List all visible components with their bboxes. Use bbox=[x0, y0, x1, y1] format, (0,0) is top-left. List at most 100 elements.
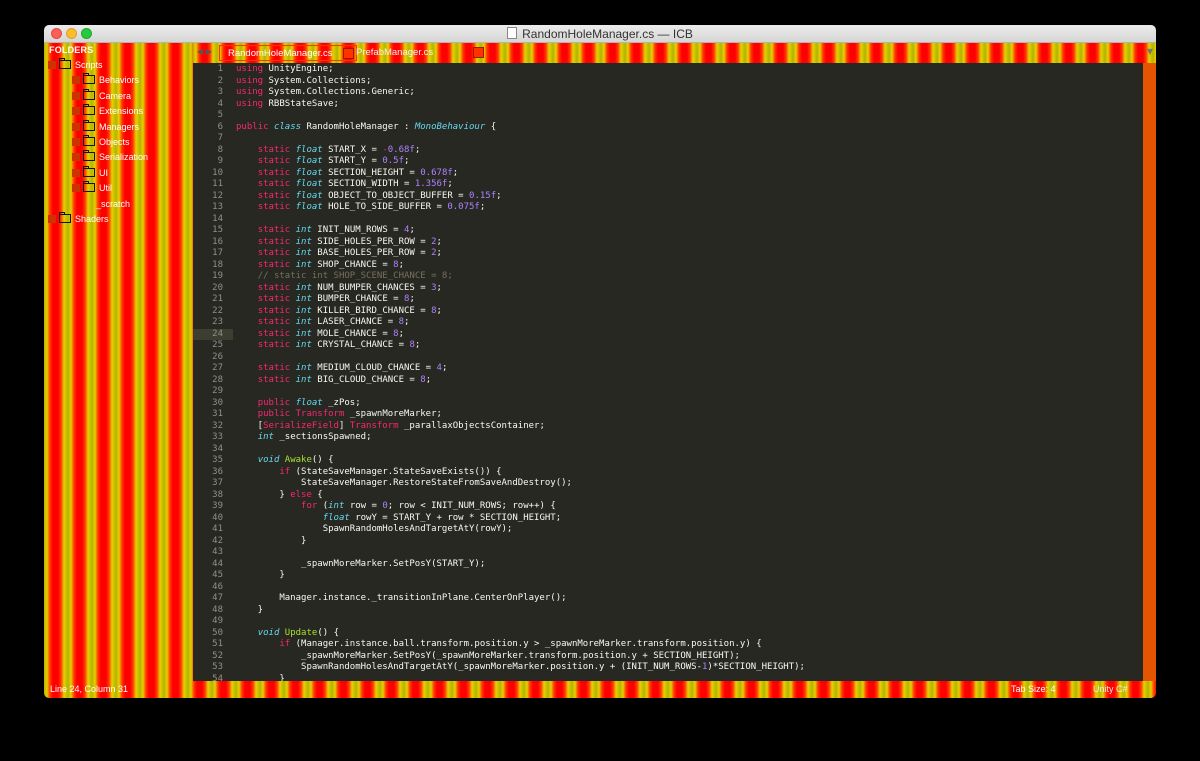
code-line[interactable]: int _sectionsSpawned; bbox=[236, 432, 372, 444]
code-line[interactable]: static int NUM_BUMPER_CHANCES = 3; bbox=[236, 283, 442, 295]
sidebar-item-shaders[interactable]: Shaders bbox=[48, 212, 109, 226]
code-line[interactable]: static int KILLER_BIRD_CHANCE = 8; bbox=[236, 306, 442, 318]
line-number: 19 bbox=[212, 271, 223, 281]
minimap[interactable] bbox=[1143, 63, 1156, 681]
sidebar-item-scratch[interactable]: _scratch bbox=[96, 197, 130, 211]
line-number: 34 bbox=[212, 443, 223, 454]
line-number: 48 bbox=[212, 604, 223, 615]
cursor-position: Line 24, Column 31 bbox=[50, 684, 129, 694]
code-line[interactable]: using RBBStateSave; bbox=[236, 99, 339, 111]
code-line[interactable]: if (StateSaveManager.StateSaveExists()) … bbox=[236, 467, 501, 479]
editor-window: RandomHoleManager.cs — ICB FOLDERS Scrip… bbox=[44, 25, 1156, 698]
code-line[interactable]: static float SECTION_HEIGHT = 0.678f; bbox=[236, 168, 459, 180]
tab-close-icon[interactable] bbox=[473, 47, 484, 58]
line-number: 50 bbox=[212, 627, 223, 638]
code-line[interactable]: public Transform _spawnMoreMarker; bbox=[236, 409, 442, 421]
code-line[interactable]: static int INIT_NUM_ROWS = 4; bbox=[236, 225, 415, 237]
disclosure-arrow-icon[interactable] bbox=[72, 138, 80, 146]
code-line[interactable]: for (int row = 0; row < INIT_NUM_ROWS; r… bbox=[236, 501, 556, 513]
sidebar-item-objects[interactable]: Objects bbox=[72, 135, 130, 149]
code-line[interactable]: static int BIG_CLOUD_CHANCE = 8; bbox=[236, 375, 431, 387]
line-number: 22 bbox=[212, 305, 223, 316]
disclosure-arrow-icon[interactable] bbox=[72, 107, 80, 116]
line-number: 17 bbox=[212, 248, 223, 258]
sidebar-item-scripts[interactable]: Scripts bbox=[48, 58, 103, 72]
disclosure-arrow-icon[interactable] bbox=[72, 91, 80, 100]
document-icon bbox=[507, 27, 518, 39]
sidebar-item-behaviors[interactable]: Behaviors bbox=[72, 73, 139, 87]
code-line[interactable]: if (Manager.instance.ball.transform.posi… bbox=[236, 639, 761, 651]
window-title-text: RandomHoleManager.cs — ICB bbox=[522, 27, 693, 41]
code-line[interactable]: } bbox=[236, 605, 263, 617]
line-number: 53 bbox=[212, 662, 223, 672]
code-line[interactable]: static int LASER_CHANCE = 8; bbox=[236, 317, 410, 329]
code-line[interactable]: static int SIDE_HOLES_PER_ROW = 2; bbox=[236, 237, 442, 249]
code-line[interactable]: static int MOLE_CHANCE = 8; bbox=[236, 329, 404, 341]
code-line[interactable]: void Update() { bbox=[236, 628, 339, 640]
code-line[interactable]: } else { bbox=[236, 490, 322, 502]
code-line[interactable]: void Awake() { bbox=[236, 455, 334, 467]
code-line[interactable]: public float _zPos; bbox=[236, 398, 361, 410]
sidebar-item-camera[interactable]: Camera bbox=[72, 88, 131, 103]
code-line[interactable]: // static int SHOP_SCENE_CHANCE = 8; bbox=[236, 271, 453, 283]
code-line[interactable]: static int BUMPER_CHANCE = 8; bbox=[236, 294, 415, 306]
folder-icon bbox=[83, 73, 95, 85]
sidebar-item-ui[interactable]: UI bbox=[72, 165, 108, 180]
tab-size-selector[interactable]: Tab Size: 4 bbox=[1011, 684, 1056, 694]
code-line[interactable]: } bbox=[236, 536, 306, 548]
code-line[interactable]: using UnityEngine; bbox=[236, 64, 334, 76]
code-line[interactable]: [SerializeField] Transform _parallaxObje… bbox=[236, 421, 545, 433]
line-number: 42 bbox=[212, 535, 223, 546]
code-line[interactable]: using System.Collections.Generic; bbox=[236, 87, 415, 99]
tab-list-dropdown-icon[interactable]: ▼ bbox=[1147, 47, 1153, 56]
disclosure-arrow-icon[interactable] bbox=[48, 215, 56, 223]
sidebar-item-util[interactable]: Util bbox=[72, 181, 112, 195]
folder-icon bbox=[83, 165, 95, 177]
disclosure-arrow-icon[interactable] bbox=[72, 76, 80, 85]
code-line[interactable]: SpawnRandomHolesAndTargetAtY(_spawnMoreM… bbox=[236, 662, 805, 674]
disclosure-arrow-icon[interactable] bbox=[72, 122, 80, 131]
code-line[interactable]: } bbox=[236, 570, 284, 582]
line-number: 10 bbox=[212, 167, 223, 178]
line-number: 11 bbox=[212, 179, 223, 189]
line-number: 28 bbox=[212, 374, 223, 385]
code-line[interactable]: static int MEDIUM_CLOUD_CHANCE = 4; bbox=[236, 363, 448, 375]
code-editor[interactable]: 1 using UnityEngine; 2 using System.Collect… bbox=[193, 63, 1143, 681]
code-line[interactable]: SpawnRandomHolesAndTargetAtY(rowY); bbox=[236, 524, 513, 536]
folder-icon bbox=[83, 181, 95, 193]
code-line[interactable]: } bbox=[236, 674, 284, 682]
code-line[interactable]: static int SHOP_CHANCE = 8; bbox=[236, 260, 404, 272]
code-line[interactable]: float rowY = START_Y + row * SECTION_HEI… bbox=[236, 513, 561, 525]
disclosure-arrow-icon[interactable] bbox=[72, 168, 80, 177]
code-line[interactable]: static float HOLE_TO_SIDE_BUFFER = 0.075… bbox=[236, 202, 486, 214]
disclosure-arrow-icon[interactable] bbox=[72, 184, 80, 193]
code-line[interactable]: static float SECTION_WIDTH = 1.356f; bbox=[236, 179, 453, 191]
code-line[interactable]: static float START_Y = 0.5f; bbox=[236, 156, 410, 168]
disclosure-arrow-icon[interactable] bbox=[72, 153, 80, 162]
sidebar-item-managers[interactable]: Managers bbox=[72, 119, 139, 134]
code-line[interactable]: _spawnMoreMarker.SetPosY(_spawnMoreMarke… bbox=[236, 651, 740, 663]
line-number: 5 bbox=[217, 110, 223, 120]
folder-icon bbox=[59, 212, 71, 223]
code-line[interactable]: static int CRYSTAL_CHANCE = 8; bbox=[236, 340, 421, 352]
sidebar-item-label: Scripts bbox=[75, 60, 103, 70]
sidebar-item-serialization[interactable]: Serialization bbox=[72, 150, 148, 164]
tab-nav-arrows-icon[interactable]: ◀ ▶ bbox=[197, 47, 212, 56]
disclosure-arrow-icon[interactable] bbox=[48, 61, 56, 69]
tab-random-hole-manager[interactable]: RandomHoleManager.cs bbox=[219, 45, 357, 61]
code-line[interactable]: public class RandomHoleManager : MonoBeh… bbox=[236, 122, 496, 134]
line-number: 24 bbox=[212, 328, 223, 339]
code-line[interactable]: static int BASE_HOLES_PER_ROW = 2; bbox=[236, 248, 442, 260]
code-line[interactable]: using System.Collections; bbox=[236, 76, 371, 88]
title-bar: RandomHoleManager.cs — ICB bbox=[44, 25, 1156, 43]
code-line[interactable]: StateSaveManager.RestoreStateFromSaveAnd… bbox=[236, 478, 572, 490]
tab-prefab-manager[interactable]: PrefabManager.cs bbox=[348, 45, 486, 61]
sidebar-item-extensions[interactable]: Extensions bbox=[72, 104, 143, 118]
code-line[interactable]: _spawnMoreMarker.SetPosY(START_Y); bbox=[236, 559, 485, 571]
line-number: 23 bbox=[212, 317, 223, 327]
code-line[interactable]: static float START_X = -0.68f; bbox=[236, 145, 421, 157]
line-number: 51 bbox=[212, 639, 223, 649]
syntax-selector[interactable]: Unity C# bbox=[1093, 684, 1128, 694]
code-line[interactable]: Manager.instance._transitionInPlane.Cent… bbox=[236, 593, 566, 605]
code-line[interactable]: static float OBJECT_TO_OBJECT_BUFFER = 0… bbox=[236, 191, 502, 203]
